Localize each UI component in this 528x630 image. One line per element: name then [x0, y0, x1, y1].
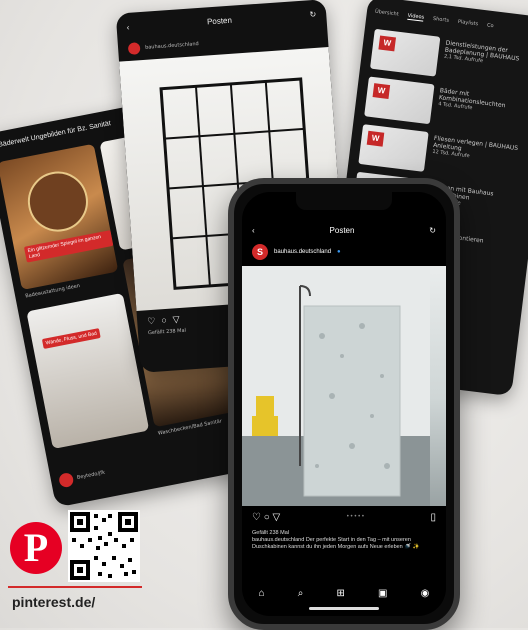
phone-screen: ‹ Posten ↻ S bauhaus.deutschland ● ♡ ○ ▽… — [242, 192, 446, 616]
tab-playlists[interactable]: Playlists — [457, 19, 478, 28]
walk-in-shower-drawing — [242, 266, 430, 506]
qr-code — [68, 510, 140, 582]
heart-icon[interactable]: ♡ ○ ▽ — [252, 512, 280, 523]
pin-label: Ein glitzernder Spiegel im ganzen Land — [23, 230, 114, 263]
post-title: Posten — [329, 225, 355, 235]
footer-text: Beytedo/jfk — [76, 469, 106, 481]
shop-icon[interactable]: ▣ — [378, 588, 387, 599]
search-icon[interactable]: ⌕ — [298, 588, 304, 599]
post-profile[interactable]: S bauhaus.deutschland ● — [252, 244, 341, 260]
avatar — [127, 42, 141, 55]
round-mirror — [22, 166, 94, 237]
bottom-nav: ⌂ ⌕ ⊞ ▣ ◉ — [242, 584, 446, 602]
back-icon[interactable]: ‹ — [126, 23, 129, 32]
shower-photo[interactable] — [242, 266, 446, 506]
video-thumbnail: W — [364, 76, 435, 125]
pinterest-url[interactable]: pinterest.de/ — [12, 594, 95, 610]
back-icon[interactable]: ‹ — [252, 226, 255, 235]
post-profile[interactable]: bauhaus.deutschland — [127, 38, 199, 55]
front-smartphone: ‹ Posten ↻ S bauhaus.deutschland ● ♡ ○ ▽… — [228, 178, 460, 630]
divider-line — [8, 586, 142, 588]
post-actions: ♡ ○ ▽ — [147, 314, 180, 327]
account-name: bauhaus.deutschland — [274, 249, 332, 255]
likes-count: Gefällt 238 Mal — [252, 530, 289, 536]
channel-tabs: Übersicht Videos Shorts Playlists Co — [374, 9, 494, 31]
pin-mirror[interactable]: Ein glitzernder Spiegel im ganzen Land — [0, 143, 119, 291]
pin-label: Wände, Fluss, und Bad — [41, 328, 101, 349]
avatar: S — [252, 244, 268, 260]
send-icon[interactable]: ▽ — [172, 314, 180, 325]
phone-notch — [296, 192, 392, 210]
post-actions: ♡ ○ ▽ • • • • • ▯ — [252, 510, 436, 524]
bookmark-icon[interactable]: ▯ — [430, 512, 436, 523]
avatar[interactable] — [58, 471, 75, 489]
board-title: Bäderwelt Ungebilden für Bz. Sanität — [0, 119, 112, 149]
tab-community[interactable]: Co — [487, 22, 494, 30]
pinterest-logo: P — [10, 522, 62, 574]
video-thumbnail: W — [358, 124, 429, 172]
heart-icon[interactable]: ♡ — [147, 316, 156, 328]
post-title: Posten — [206, 15, 233, 27]
caption-text: bauhaus.deutschland Der perfekte Start i… — [252, 537, 420, 550]
pinterest-logo-glyph: P — [23, 525, 49, 570]
account-name: bauhaus.deutschland — [144, 41, 199, 51]
home-icon[interactable]: ⌂ — [259, 588, 265, 599]
profile-icon[interactable]: ◉ — [421, 588, 430, 599]
qr-code-pattern — [70, 512, 138, 580]
comment-icon[interactable]: ○ — [161, 315, 167, 326]
add-icon[interactable]: ⊞ — [337, 588, 345, 599]
post-topbar: ‹ Posten ↻ — [242, 222, 446, 238]
home-indicator — [309, 607, 379, 610]
tab-shorts[interactable]: Shorts — [433, 16, 450, 25]
verified-icon: ● — [337, 249, 341, 255]
post-topbar: ‹ Posten ↻ — [116, 9, 326, 33]
refresh-icon[interactable]: ↻ — [309, 10, 316, 19]
likes-count: Gefällt 238 Mal — [147, 327, 187, 337]
pin-washbasin[interactable]: Wände, Fluss, und Bad — [26, 292, 150, 450]
carousel-dots: • • • • • — [346, 514, 364, 520]
tab-videos[interactable]: Videos — [407, 12, 425, 22]
video-thumbnail: W — [370, 28, 441, 77]
refresh-icon[interactable]: ↻ — [429, 226, 436, 235]
post-caption: Gefällt 238 Mal bauhaus.deutschland Der … — [252, 530, 436, 551]
tab-overview[interactable]: Übersicht — [374, 9, 399, 19]
